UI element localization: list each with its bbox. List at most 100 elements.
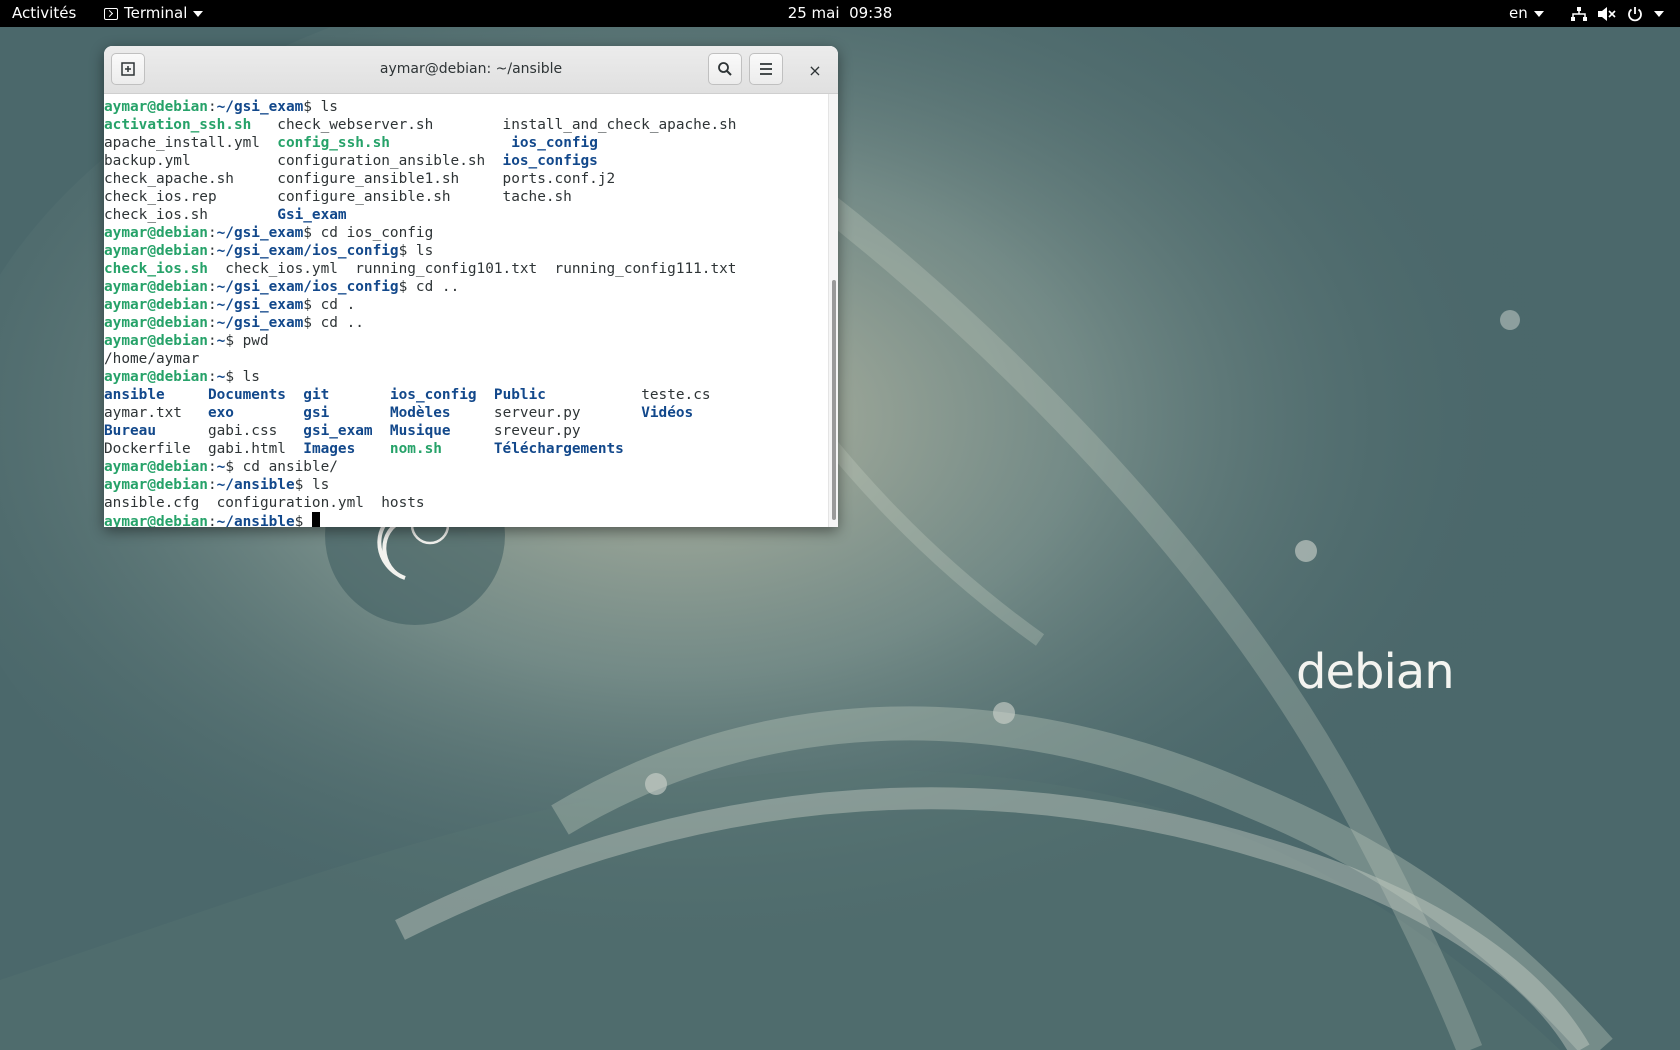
clock: 25 mai 09:38 — [0, 0, 1680, 27]
executable-name: check_ios.sh — [104, 261, 208, 277]
scrollbar-thumb[interactable] — [832, 280, 836, 520]
executable-name: config_ssh.sh — [277, 135, 390, 151]
terminal-line: ansible.cfg configuration.yml hosts — [104, 494, 828, 512]
top-bar: Activités Terminal 25 mai 09:38 en — [0, 0, 1680, 27]
app-menu-label: Terminal — [124, 4, 188, 22]
terminal-line: aymar@debian:~/gsi_exam$ cd . — [104, 296, 828, 314]
terminal-text: ansible.cfg configuration.yml hosts — [104, 495, 425, 511]
directory-name: ~/gsi_exam — [216, 225, 304, 241]
directory-name: Modèles — [389, 405, 451, 421]
directory-name: Vidéos — [641, 405, 694, 421]
chevron-down-icon — [193, 10, 204, 17]
terminal-text: : — [207, 225, 217, 241]
directory-name: ~/gsi_exam — [216, 297, 304, 313]
directory-name: ~/gsi_exam/ios_config — [216, 243, 399, 259]
terminal-text: aymar.txt — [104, 405, 208, 421]
terminal-text: teste.cs — [545, 387, 711, 403]
terminal-line: apache_install.yml config_ssh.sh ios_con… — [104, 134, 828, 152]
prompt-user: aymar@debian — [104, 477, 208, 493]
text-cursor — [311, 512, 320, 527]
prompt-user: aymar@debian — [104, 225, 208, 241]
close-button[interactable]: × — [803, 58, 827, 82]
terminal-text: $ cd . — [303, 297, 356, 313]
directory-name: git — [303, 387, 330, 403]
terminal-text: check_webserver.sh install_and_check_apa… — [251, 117, 737, 133]
directory-name: Documents — [207, 387, 286, 403]
terminal-line: /home/aymar — [104, 350, 828, 368]
power-icon — [1626, 0, 1644, 27]
clock-button[interactable]: 25 mai 09:38 — [788, 4, 893, 22]
keyboard-layout-label: en — [1509, 4, 1528, 22]
terminal-window[interactable]: aymar@debian: ~/ansible × aymar@debian:~… — [104, 46, 838, 527]
terminal-text: $ cd .. — [398, 279, 460, 295]
terminal-output[interactable]: aymar@debian:~/gsi_exam$ ls activation_ss… — [104, 94, 828, 527]
terminal-text: $ — [294, 514, 312, 527]
directory-name: ~ — [216, 333, 226, 349]
directory-name: exo — [207, 405, 234, 421]
terminal-scrollbar[interactable] — [828, 94, 838, 527]
directory-name: Musique — [389, 423, 451, 439]
menu-button[interactable] — [749, 53, 783, 85]
clock-date: 25 mai — [787, 4, 840, 22]
terminal-text: : — [207, 459, 217, 475]
terminal-line: aymar.txt exo gsi Modèles serveur.py Vid… — [104, 404, 828, 422]
terminal-line: check_apache.sh configure_ansible1.sh po… — [104, 170, 828, 188]
new-tab-button[interactable] — [111, 53, 145, 85]
terminal-text: : — [207, 99, 217, 115]
directory-name: Bureau — [104, 423, 156, 439]
search-button[interactable] — [708, 53, 742, 85]
keyboard-layout-menu[interactable]: en — [1509, 0, 1544, 27]
terminal-text: $ pwd — [225, 333, 269, 349]
terminal-text: $ ls — [225, 369, 260, 385]
prompt-user: aymar@debian — [104, 333, 208, 349]
directory-name: ~/ansible — [216, 477, 295, 493]
terminal-line: aymar@debian:~$ pwd — [104, 332, 828, 350]
window-titlebar[interactable]: aymar@debian: ~/ansible × — [104, 46, 838, 94]
directory-name: gsi — [303, 405, 330, 421]
directory-name: ~/gsi_exam — [216, 315, 304, 331]
directory-name: ~/ansible — [216, 514, 295, 527]
terminal-text: check_ios.yml running_config101.txt runn… — [207, 261, 737, 277]
terminal-line: ansible Documents git ios_config Public … — [104, 386, 828, 404]
terminal-text: /home/aymar — [104, 351, 200, 367]
terminal-icon — [104, 7, 118, 20]
terminal-line: aymar@debian:~$ ls — [104, 368, 828, 386]
directory-name: ios_config — [511, 135, 598, 151]
terminal-line: Dockerfile gabi.html Images nom.sh Téléc… — [104, 440, 828, 458]
terminal-text: : — [207, 333, 217, 349]
terminal-text: $ ls — [398, 243, 434, 259]
directory-name: ~/gsi_exam/ios_config — [216, 279, 399, 295]
terminal-line: Bureau gabi.css gsi_exam Musique sreveur… — [104, 422, 828, 440]
terminal-line: aymar@debian:~/gsi_exam$ cd .. — [104, 314, 828, 332]
executable-name: activation_ssh.sh — [104, 117, 252, 133]
terminal-line: check_ios.rep configure_ansible.sh tache… — [104, 188, 828, 206]
search-icon — [718, 62, 732, 76]
debian-logo: debian — [1296, 644, 1455, 700]
terminal-text: $ cd ios_config — [303, 225, 434, 241]
app-menu-terminal[interactable]: Terminal — [104, 0, 204, 27]
terminal-text: : — [207, 514, 217, 527]
activities-button[interactable]: Activités — [12, 0, 76, 27]
system-status-menu[interactable] — [1570, 0, 1664, 27]
prompt-user: aymar@debian — [104, 514, 208, 527]
terminal-line: aymar@debian:~$ cd ansible/ — [104, 458, 828, 476]
terminal-text: sreveur.py — [450, 423, 581, 439]
directory-name: ~/gsi_exam — [216, 99, 304, 115]
chevron-down-icon — [1533, 10, 1544, 17]
directory-name: Images — [303, 441, 356, 457]
terminal-line: backup.yml configuration_ansible.sh ios_… — [104, 152, 828, 170]
clock-time: 09:38 — [849, 4, 893, 22]
terminal-text: $ ls — [294, 477, 330, 493]
terminal-text: $ cd .. — [303, 315, 364, 331]
terminal-text: Dockerfile gabi.html — [104, 441, 304, 457]
hamburger-menu-icon — [760, 63, 772, 75]
directory-name: ios_configs — [502, 153, 598, 169]
prompt-user: aymar@debian — [104, 99, 208, 115]
terminal-text: $ ls — [303, 99, 338, 115]
prompt-user: aymar@debian — [104, 297, 208, 313]
